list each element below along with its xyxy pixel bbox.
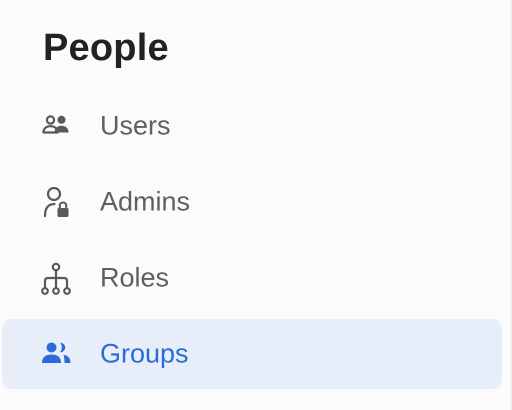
hierarchy-icon	[38, 260, 74, 296]
sidebar-item-admins[interactable]: Admins	[2, 167, 502, 237]
sidebar: People Users Admins Roles Groups	[0, 0, 512, 410]
sidebar-item-label: Roles	[100, 262, 170, 293]
sidebar-item-label: Groups	[100, 338, 189, 369]
sidebar-item-label: Admins	[100, 186, 191, 217]
sidebar-item-label: Users	[100, 110, 171, 141]
group-icon	[38, 336, 74, 372]
users-icon	[38, 108, 74, 144]
sidebar-item-users[interactable]: Users	[2, 91, 502, 161]
sidebar-item-groups[interactable]: Groups	[2, 319, 502, 389]
sidebar-nav: Users Admins Roles Groups	[2, 91, 502, 395]
admin-lock-icon	[38, 184, 74, 220]
sidebar-item-roles[interactable]: Roles	[2, 243, 502, 313]
section-title: People	[43, 27, 169, 69]
